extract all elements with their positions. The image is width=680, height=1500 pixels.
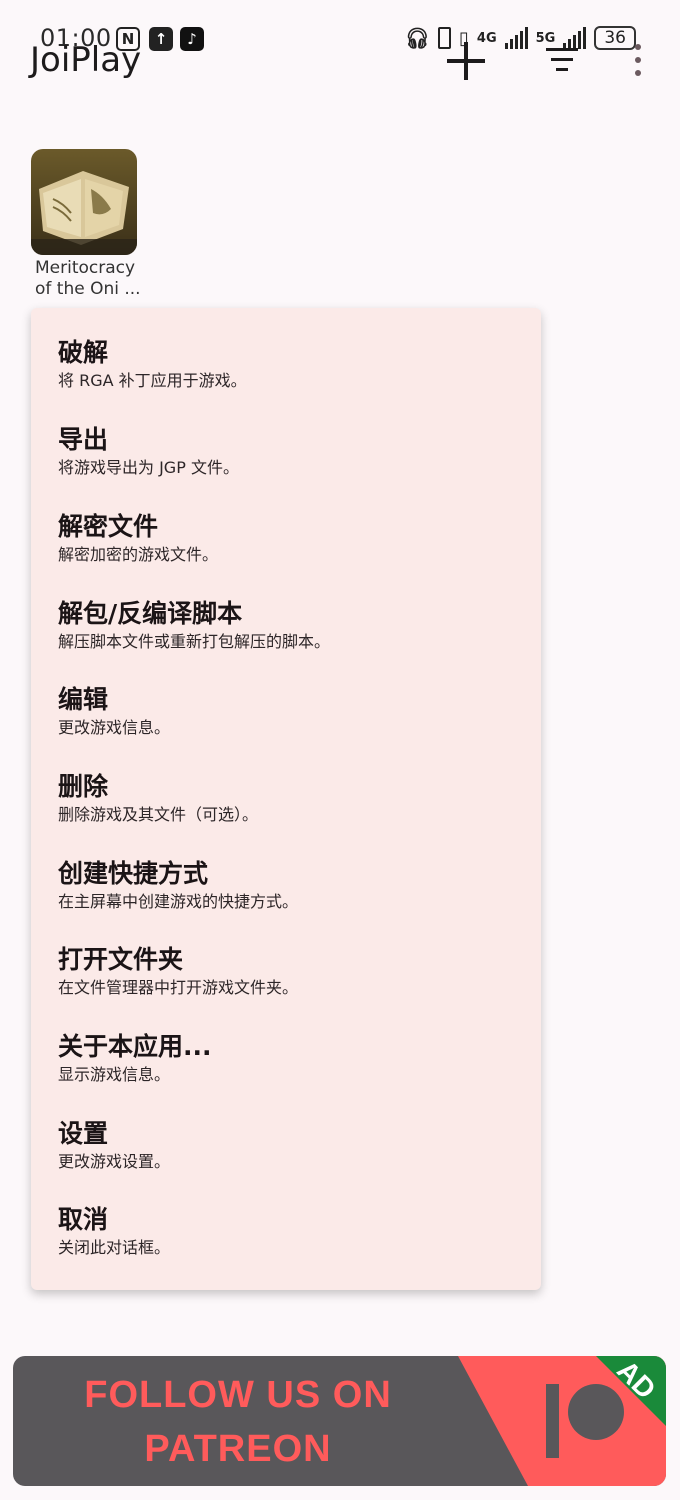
game-title-line1: Meritocracy: [35, 258, 136, 278]
menu-item-settings[interactable]: 设置 更改游戏设置。: [58, 1119, 170, 1173]
menu-item-desc: 删除游戏及其文件（可选）。: [58, 805, 259, 824]
upload-icon: ↑: [149, 27, 173, 51]
ad-line1: FOLLOW US ON: [84, 1374, 392, 1416]
game-title-line2: of the Oni ...: [35, 279, 141, 299]
menu-item-create-shortcut[interactable]: 创建快捷方式 在主屏幕中创建游戏的快捷方式。: [58, 859, 298, 913]
network-5g-label: 5G: [535, 30, 556, 46]
menu-item-desc: 关闭此对话框。: [58, 1238, 171, 1257]
game-title: Meritocracy of the Oni ...: [35, 258, 145, 300]
game-options-dialog: 破解 将 RGA 补丁应用于游戏。 导出 将游戏导出为 JGP 文件。 解密文件…: [31, 308, 541, 1290]
menu-item-title: 解密文件: [58, 512, 159, 541]
battery-level: 36: [594, 26, 636, 50]
menu-item-cancel[interactable]: 取消 关闭此对话框。: [58, 1205, 170, 1259]
headphones-icon: 🎧︎: [404, 26, 431, 50]
menu-item-title: 解包/反编译脚本: [58, 599, 243, 628]
menu-item-edit[interactable]: 编辑 更改游戏信息。: [58, 685, 170, 739]
menu-item-delete[interactable]: 删除 删除游戏及其文件（可选）。: [58, 772, 258, 826]
menu-item-title: 设置: [58, 1119, 109, 1148]
menu-item-title: 删除: [58, 772, 109, 801]
menu-item-title: 关于本应用...: [58, 1032, 212, 1061]
menu-item-title: 取消: [58, 1205, 109, 1234]
menu-item-desc: 更改游戏信息。: [58, 718, 171, 737]
menu-item-desc: 将游戏导出为 JGP 文件。: [58, 458, 239, 477]
menu-item-desc: 解压脚本文件或重新打包解压的脚本。: [58, 632, 331, 651]
app-title: JoiPlay: [30, 40, 142, 80]
signal-icon: [504, 27, 528, 49]
game-cover-image[interactable]: [31, 149, 137, 255]
menu-item-title: 编辑: [58, 685, 109, 714]
menu-item-title: 打开文件夹: [58, 945, 184, 974]
patreon-ad-banner[interactable]: FOLLOW US ON PATREON AD: [13, 1356, 666, 1486]
menu-item-about[interactable]: 关于本应用... 显示游戏信息。: [58, 1032, 212, 1086]
more-options-icon[interactable]: [632, 44, 644, 78]
add-icon[interactable]: [447, 42, 485, 80]
status-right-group: 🎧︎ ▯ 4G 5G 36: [405, 26, 636, 50]
menu-item-open-folder[interactable]: 打开文件夹 在文件管理器中打开游戏文件夹。: [58, 945, 298, 999]
menu-item-title: 创建快捷方式: [58, 859, 209, 888]
game-tile[interactable]: Meritocracy of the Oni ...: [31, 149, 141, 300]
menu-item-desc: 在主屏幕中创建游戏的快捷方式。: [58, 892, 299, 911]
menu-item-desc: 更改游戏设置。: [58, 1152, 171, 1171]
menu-item-desc: 显示游戏信息。: [58, 1065, 171, 1084]
menu-item-decrypt[interactable]: 解密文件 解密加密的游戏文件。: [58, 512, 218, 566]
menu-item-export[interactable]: 导出 将游戏导出为 JGP 文件。: [58, 425, 239, 479]
menu-item-desc: 将 RGA 补丁应用于游戏。: [58, 371, 247, 390]
menu-item-desc: 在文件管理器中打开游戏文件夹。: [58, 978, 299, 997]
menu-item-title: 破解: [58, 338, 109, 367]
ad-line2: PATREON: [144, 1428, 332, 1470]
tiktok-icon: ♪: [180, 27, 204, 51]
menu-item-desc: 解密加密的游戏文件。: [58, 545, 219, 564]
menu-item-unpack-scripts[interactable]: 解包/反编译脚本 解压脚本文件或重新打包解压的脚本。: [58, 599, 330, 653]
menu-item-title: 导出: [58, 425, 109, 454]
menu-item-crack[interactable]: 破解 将 RGA 补丁应用于游戏。: [58, 338, 247, 392]
filter-icon[interactable]: [546, 46, 578, 74]
